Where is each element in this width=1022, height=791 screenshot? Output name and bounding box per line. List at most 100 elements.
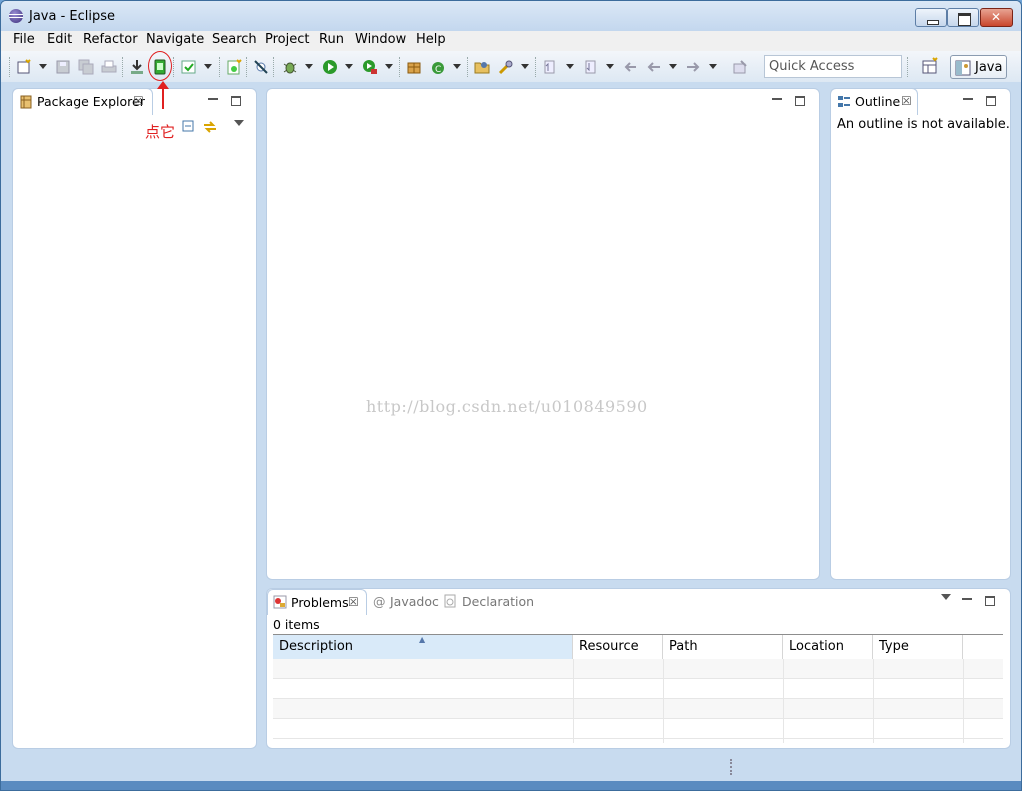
close-window-button[interactable] xyxy=(980,8,1013,27)
menu-edit[interactable]: Edit xyxy=(47,32,72,47)
debug-dropdown-icon[interactable] xyxy=(305,64,313,69)
column-divider xyxy=(783,659,784,743)
minimize-view-icon[interactable] xyxy=(208,94,218,100)
column-divider xyxy=(963,659,964,743)
maximize-outline-icon[interactable] xyxy=(986,96,996,106)
menu-window[interactable]: Window xyxy=(355,32,406,47)
tab-problems[interactable]: Problems ☒ xyxy=(267,589,367,615)
column-description[interactable]: Description ▲ xyxy=(273,635,573,659)
skip-breakpoints-icon[interactable] xyxy=(253,59,269,75)
pin-editor-icon[interactable] xyxy=(732,59,748,75)
previous-annotation-dropdown-icon[interactable] xyxy=(606,64,614,69)
sdk-download-icon[interactable] xyxy=(129,59,145,75)
minimize-problems-icon[interactable] xyxy=(962,594,972,600)
outline-view[interactable] xyxy=(830,88,1011,580)
package-explorer-view[interactable] xyxy=(12,88,257,749)
minimize-outline-icon[interactable] xyxy=(963,94,973,100)
column-resource-label: Resource xyxy=(579,639,639,654)
next-annotation-icon[interactable] xyxy=(542,59,558,75)
editor-area[interactable] xyxy=(266,88,820,580)
close-outline-tab-icon[interactable]: ☒ xyxy=(901,94,912,108)
last-edit-icon[interactable] xyxy=(622,59,638,75)
new-icon[interactable] xyxy=(16,59,32,75)
problems-icon xyxy=(273,595,287,609)
save-icon[interactable] xyxy=(55,59,71,75)
maximize-view-icon[interactable] xyxy=(231,96,241,106)
toolbar-separator xyxy=(219,57,220,77)
debug-icon[interactable] xyxy=(282,59,298,75)
run-icon[interactable] xyxy=(322,59,338,75)
previous-annotation-icon[interactable] xyxy=(583,59,599,75)
view-menu-icon[interactable] xyxy=(234,120,244,126)
tab-declaration[interactable]: Declaration xyxy=(462,594,534,609)
menu-search[interactable]: Search xyxy=(212,32,257,47)
outline-icon xyxy=(837,95,851,109)
column-type[interactable]: Type xyxy=(873,635,963,659)
back-icon[interactable] xyxy=(646,59,662,75)
new-class-icon[interactable] xyxy=(226,59,242,75)
collapse-all-icon[interactable] xyxy=(182,120,194,132)
title-bar[interactable]: Java - Eclipse xyxy=(1,1,1021,31)
java-perspective-icon xyxy=(955,60,971,76)
column-location-label: Location xyxy=(789,639,844,654)
status-bar-handle[interactable] xyxy=(730,759,732,775)
java-perspective-button[interactable]: Java xyxy=(950,55,1007,79)
quick-access-input[interactable]: Quick Access xyxy=(764,55,902,78)
minimize-window-button[interactable] xyxy=(915,8,947,27)
print-icon[interactable] xyxy=(101,59,117,75)
task-check-icon[interactable] xyxy=(181,59,197,75)
column-path[interactable]: Path xyxy=(663,635,783,659)
new-dropdown-icon[interactable] xyxy=(39,64,47,69)
maximize-editor-icon[interactable] xyxy=(795,96,805,106)
outline-message: An outline is not available. xyxy=(837,117,1010,132)
run-dropdown-icon[interactable] xyxy=(345,64,353,69)
column-location[interactable]: Location xyxy=(783,635,873,659)
menu-navigate[interactable]: Navigate xyxy=(146,32,204,47)
next-annotation-dropdown-icon[interactable] xyxy=(566,64,574,69)
annotation-circle xyxy=(148,51,172,81)
external-tools-dropdown-icon[interactable] xyxy=(385,64,393,69)
back-dropdown-icon[interactable] xyxy=(669,64,677,69)
table-row xyxy=(273,659,1003,679)
menu-run[interactable]: Run xyxy=(319,32,344,47)
tab-outline[interactable]: Outline ☒ xyxy=(830,88,918,115)
new-package-icon[interactable] xyxy=(406,59,422,75)
tab-package-explorer[interactable]: Package Explorer ☒ xyxy=(12,88,153,115)
problems-count: 0 items xyxy=(273,617,320,632)
column-resource[interactable]: Resource xyxy=(573,635,663,659)
close-tab-icon[interactable]: ☒ xyxy=(133,94,144,108)
new-class-dropdown-icon[interactable] xyxy=(453,64,461,69)
search-dropdown-icon[interactable] xyxy=(521,64,529,69)
toolbar-separator xyxy=(399,57,400,77)
window-title: Java - Eclipse xyxy=(29,9,116,24)
forward-icon[interactable] xyxy=(685,59,701,75)
tab-javadoc[interactable]: Javadoc xyxy=(390,594,439,609)
problems-table[interactable]: Description ▲ Resource Path Location Type xyxy=(273,634,1003,743)
menu-file[interactable]: File xyxy=(13,32,35,47)
toolbar-separator xyxy=(273,57,274,77)
save-all-icon[interactable] xyxy=(78,59,94,75)
search-tool-icon[interactable] xyxy=(498,59,514,75)
menu-refactor[interactable]: Refactor xyxy=(83,32,138,47)
column-divider xyxy=(663,659,664,743)
maximize-problems-icon[interactable] xyxy=(985,596,995,606)
column-path-label: Path xyxy=(669,639,698,654)
external-tools-icon[interactable] xyxy=(362,59,378,75)
open-type-icon[interactable] xyxy=(474,59,490,75)
problems-view-menu-icon[interactable] xyxy=(941,594,951,600)
menu-help[interactable]: Help xyxy=(416,32,446,47)
close-problems-tab-icon[interactable]: ☒ xyxy=(348,595,359,609)
forward-dropdown-icon[interactable] xyxy=(709,64,717,69)
link-with-editor-icon[interactable] xyxy=(202,119,218,135)
problems-title: Problems xyxy=(291,595,349,610)
watermark-text: http://blog.csdn.net/u010849590 xyxy=(366,397,648,416)
new-java-class-icon[interactable]: C xyxy=(431,59,447,75)
maximize-window-button[interactable] xyxy=(947,8,979,27)
toolbar-separator xyxy=(535,57,536,77)
column-extra xyxy=(963,635,1003,659)
table-row xyxy=(273,699,1003,719)
task-dropdown-icon[interactable] xyxy=(204,64,212,69)
minimize-editor-icon[interactable] xyxy=(772,94,782,100)
menu-project[interactable]: Project xyxy=(265,32,309,47)
open-perspective-icon[interactable] xyxy=(921,57,939,75)
